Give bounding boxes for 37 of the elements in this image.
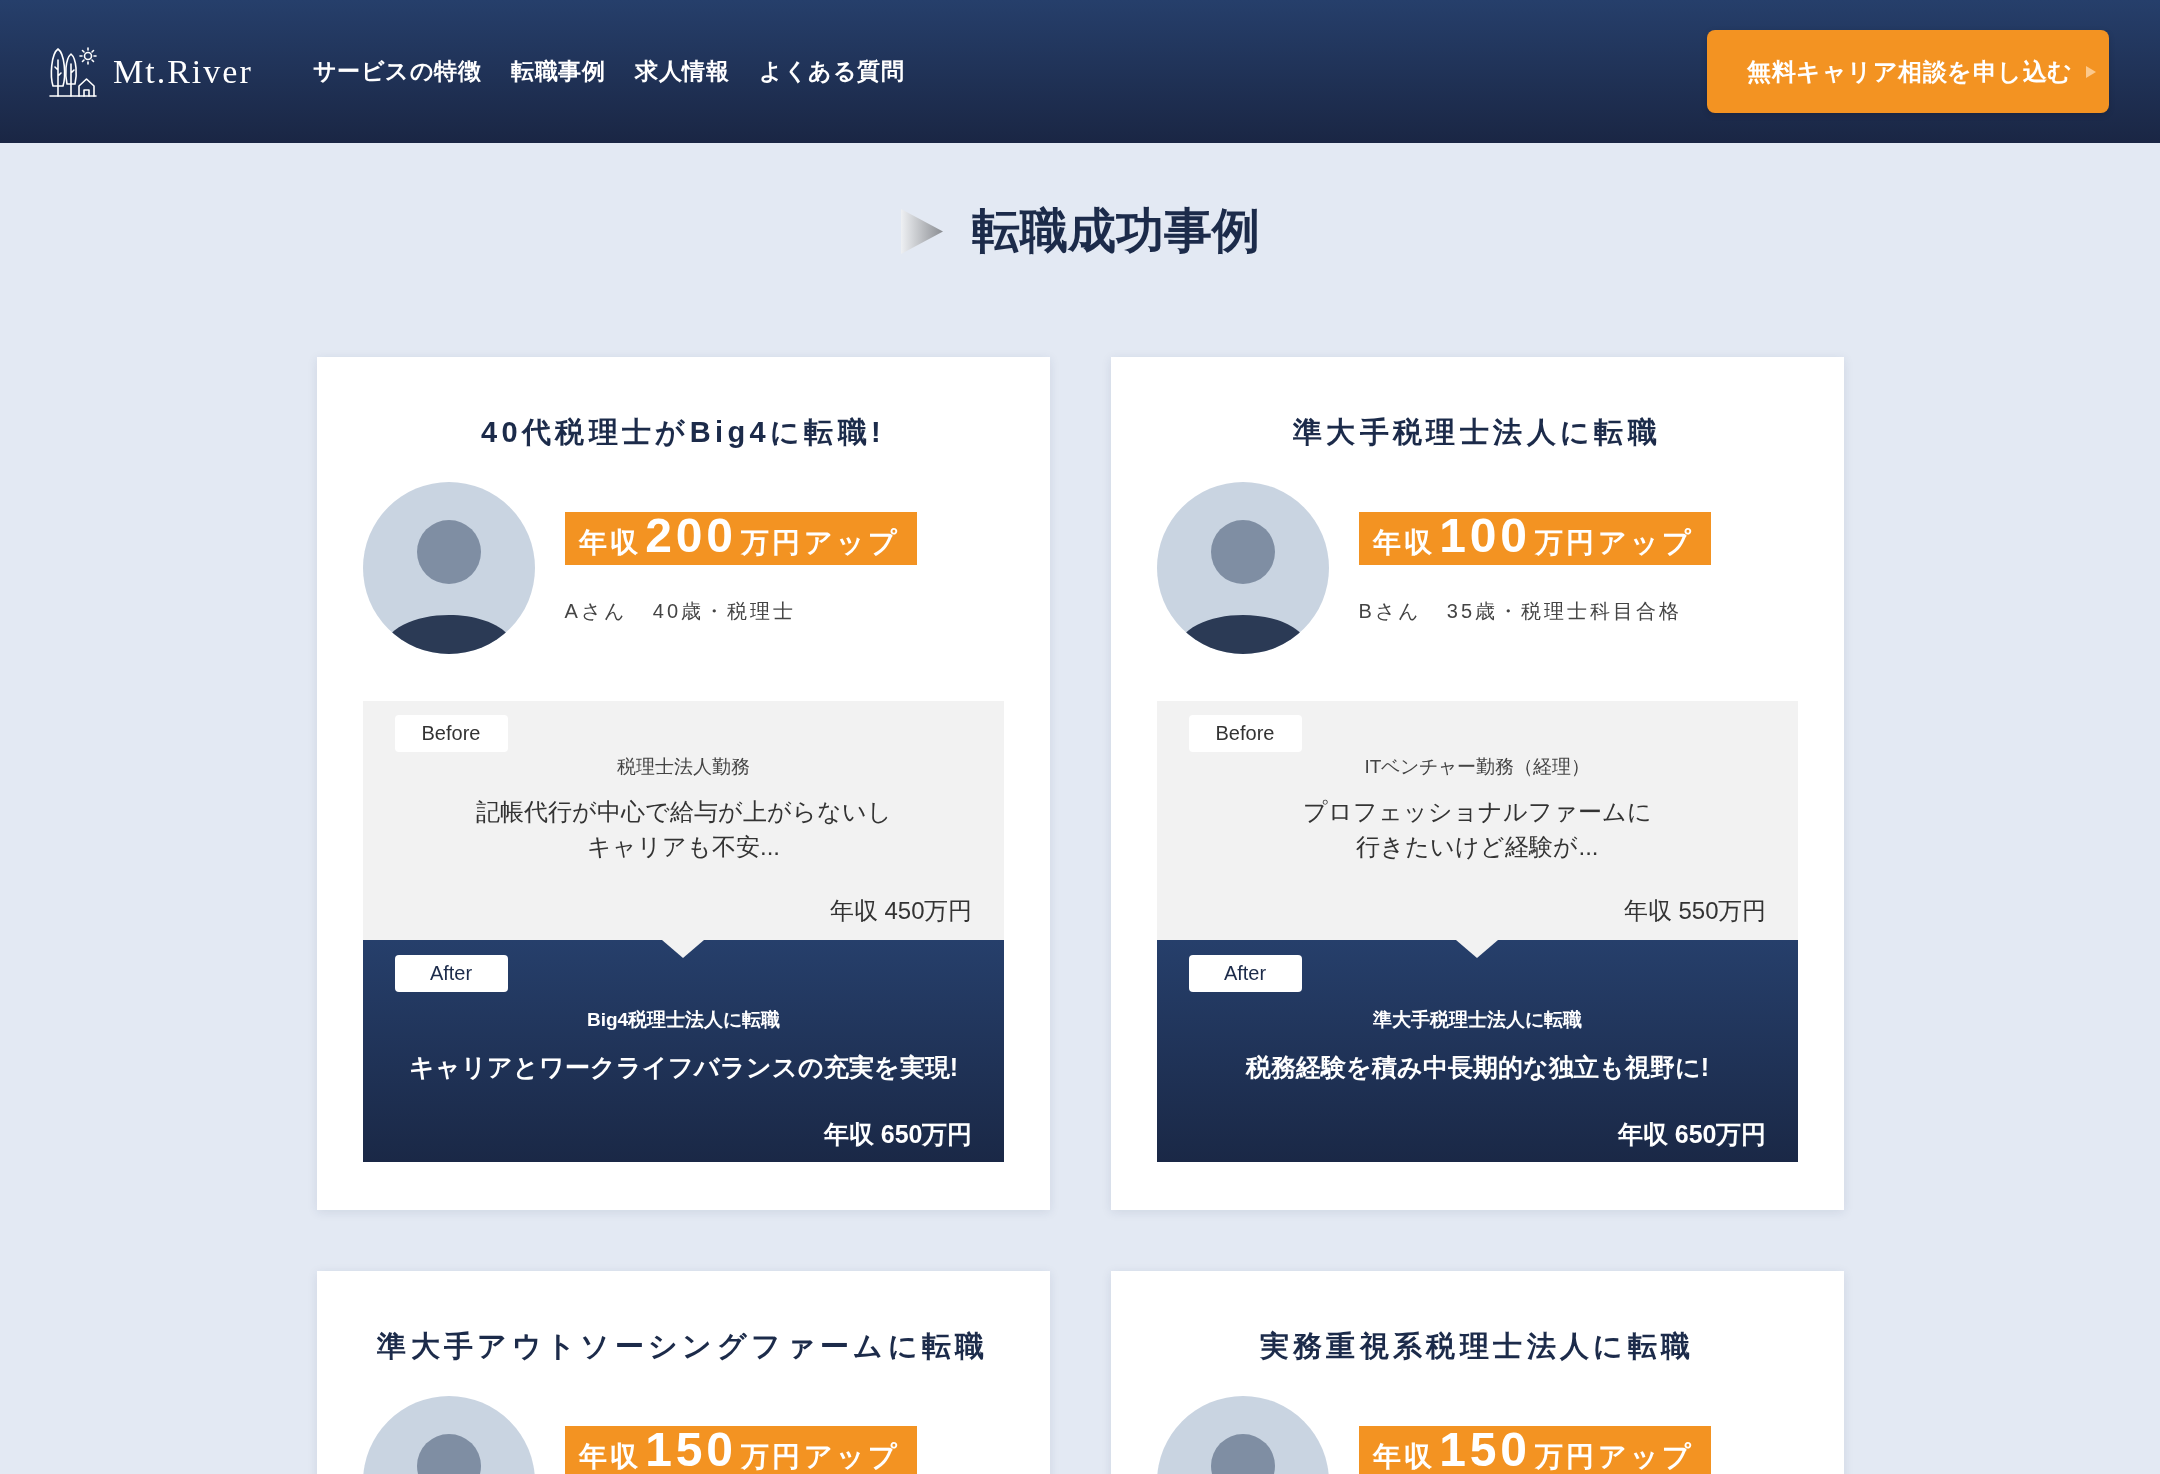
nav-link[interactable]: 求人情報 [635, 56, 730, 87]
before-comment: 記帳代行が中心で給与が上がらないし キャリアも不安... [474, 797, 893, 862]
nav-link[interactable]: 転職事例 [511, 56, 606, 87]
trees-logo-icon [48, 45, 98, 98]
salary-increase-badge: 年収 150 万円アップ [1358, 1426, 1711, 1474]
nav-link[interactable]: サービスの特徴 [312, 56, 482, 87]
case-title: 準大手アウトソーシングファームに転職 [376, 1329, 990, 1364]
triangle-icon [2086, 65, 2096, 78]
before-comment: プロフェッショナルファームに 行きたいけど経験が... [1302, 797, 1653, 862]
after-label: After [394, 955, 508, 992]
before-job: 税理士法人勤務 [616, 755, 751, 779]
before-job: ITベンチャー勤務（経理） [1363, 755, 1592, 779]
salary-increase-badge: 年収 100 万円アップ [1358, 512, 1711, 565]
after-comment: キャリアとワークライフバランスの充実を実現! [407, 1052, 960, 1083]
logo-link[interactable]: Mt.River [48, 45, 253, 98]
person-profile: 35歳・税理士科目合格 [1446, 599, 1683, 624]
after-salary: 年収 650万円 [1616, 1119, 1767, 1150]
nav-link[interactable]: よくある質問 [759, 56, 905, 87]
before-label: Before [394, 715, 508, 752]
salary-increase-badge: 年収 200 万円アップ [564, 512, 917, 565]
salary-increase-badge: 年収 150 万円アップ [564, 1426, 917, 1474]
case-title: 準大手税理士法人に転職 [1292, 415, 1662, 450]
after-job: Big4税理士法人に転職 [585, 1008, 782, 1032]
before-label: Before [1188, 715, 1302, 752]
section-title: 転職成功事例 [971, 203, 1260, 259]
after-salary: 年収 650万円 [822, 1119, 973, 1150]
triangle-icon [900, 208, 943, 254]
before-salary: 年収 450万円 [828, 896, 973, 926]
after-job: 準大手税理士法人に転職 [1372, 1008, 1583, 1032]
person-name: Aさん [564, 599, 627, 624]
after-label: After [1188, 955, 1302, 992]
before-salary: 年収 550万円 [1622, 896, 1767, 926]
case-title: 40代税理士がBig4に転職! [480, 415, 886, 450]
after-comment: 税務経験を積み中長期的な独立も視野に! [1244, 1052, 1711, 1083]
person-profile: 40歳・税理士 [652, 599, 797, 624]
person-name: Bさん [1358, 599, 1421, 624]
case-title: 実務重視系税理士法人に転職 [1258, 1329, 1696, 1364]
